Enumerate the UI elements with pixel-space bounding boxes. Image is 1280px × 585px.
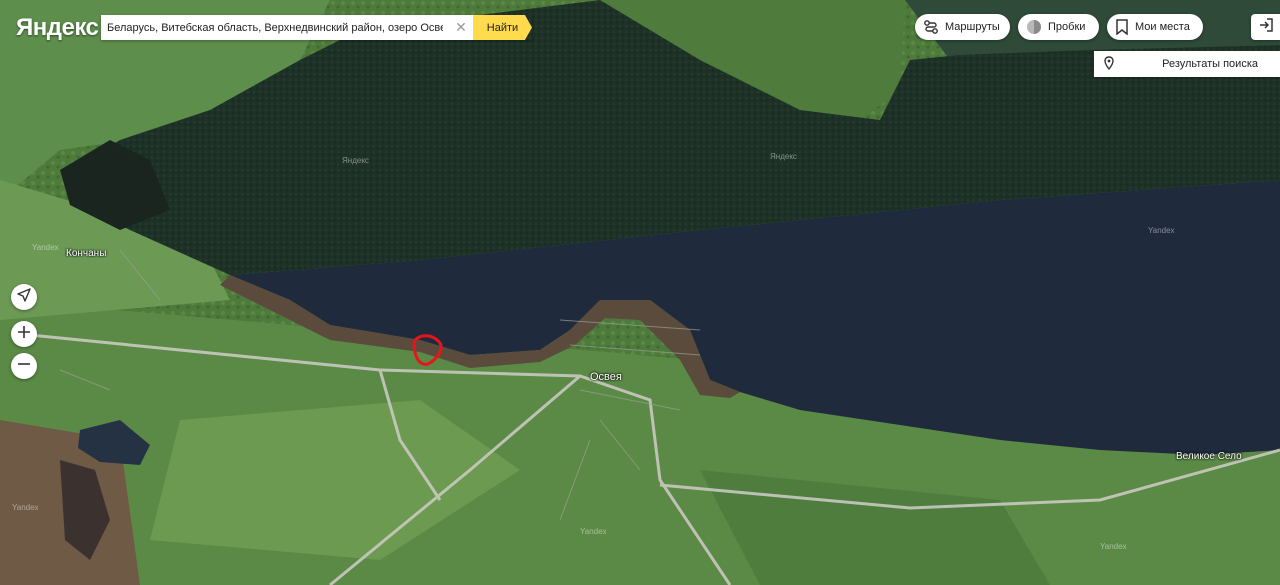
yandex-logo[interactable]: Яндекс bbox=[16, 14, 99, 42]
place-label-osveya[interactable]: Освея bbox=[590, 371, 622, 383]
search-input[interactable] bbox=[101, 15, 449, 40]
traffic-icon bbox=[1026, 19, 1042, 35]
place-label-konchany[interactable]: Кончаны bbox=[66, 248, 106, 259]
clear-search-button[interactable]: ✕ bbox=[449, 15, 473, 40]
logout-icon bbox=[1258, 17, 1274, 38]
map-watermark: Yandex bbox=[1100, 542, 1127, 551]
map-watermark: Yandex bbox=[580, 527, 607, 536]
plus-icon bbox=[17, 325, 31, 344]
routes-label: Маршруты bbox=[945, 21, 1000, 33]
pin-icon bbox=[1104, 55, 1114, 73]
map-watermark: Яндекс bbox=[770, 152, 797, 161]
map-watermark: Яндекс bbox=[342, 156, 369, 165]
route-icon bbox=[923, 19, 939, 35]
search-results-label: Результаты поиска bbox=[1162, 58, 1258, 70]
map-watermark: Yandex bbox=[12, 503, 39, 512]
routes-button[interactable]: Маршруты bbox=[915, 14, 1010, 40]
map-watermark: Yandex bbox=[1148, 226, 1175, 235]
bookmark-icon bbox=[1115, 19, 1129, 35]
map-canvas[interactable]: Яндекс Яндекс Yandex Yandex Yandex Yande… bbox=[0, 0, 1280, 585]
login-button[interactable] bbox=[1251, 14, 1280, 40]
search-bar: ✕ Найти bbox=[101, 15, 532, 40]
locate-button[interactable] bbox=[11, 284, 37, 310]
close-icon: ✕ bbox=[455, 19, 467, 35]
traffic-label: Пробки bbox=[1048, 21, 1086, 33]
satellite-imagery bbox=[0, 0, 1280, 585]
my-places-button[interactable]: Мои места bbox=[1107, 14, 1203, 40]
zoom-out-button[interactable] bbox=[11, 353, 37, 379]
search-button[interactable]: Найти bbox=[473, 15, 532, 40]
search-results-panel[interactable]: Результаты поиска bbox=[1094, 51, 1280, 77]
zoom-in-button[interactable] bbox=[11, 321, 37, 347]
my-places-label: Мои места bbox=[1135, 21, 1190, 33]
map-watermark: Yandex bbox=[32, 243, 59, 252]
locate-arrow-icon bbox=[17, 287, 31, 307]
place-label-velikoe-selo[interactable]: Великое Село bbox=[1176, 451, 1242, 462]
traffic-button[interactable]: Пробки bbox=[1018, 14, 1099, 40]
minus-icon bbox=[17, 357, 31, 376]
